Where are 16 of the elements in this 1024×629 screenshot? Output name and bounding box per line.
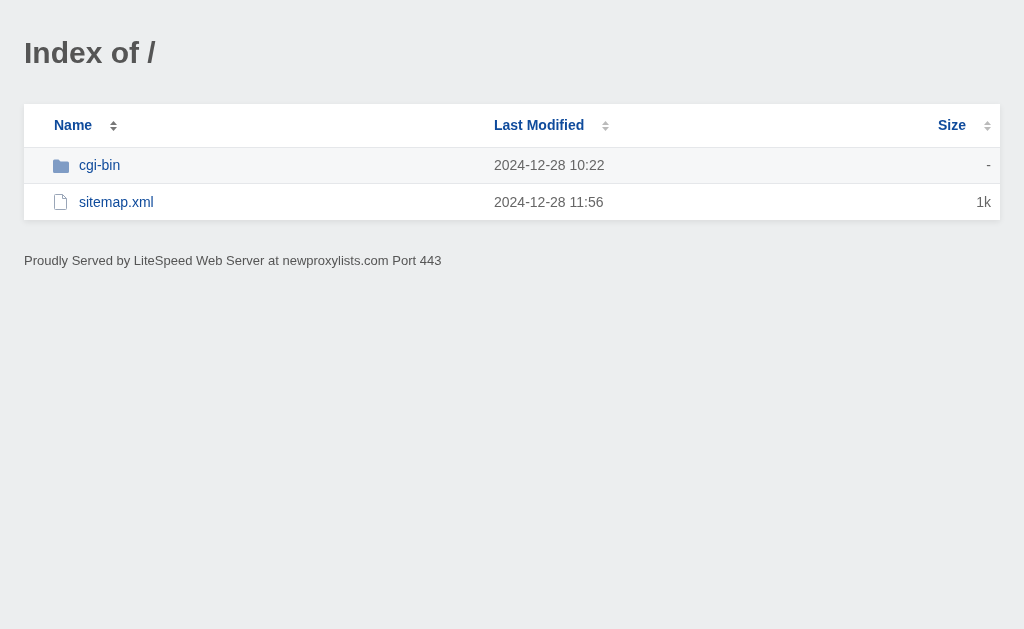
sort-icon	[110, 120, 118, 131]
modified-date: 2024-12-28 10:22	[494, 157, 605, 173]
file-size: -	[986, 156, 991, 175]
folder-icon	[53, 158, 69, 173]
page-title: Index of /	[24, 35, 156, 71]
column-header-link[interactable]: Last Modified	[494, 115, 585, 136]
footer-text: Proudly Served by LiteSpeed Web Server at newproxylists.com Port 443	[24, 252, 442, 270]
file-icon	[54, 194, 68, 210]
modified-date: 2024-12-28 11:56	[494, 193, 604, 210]
sort-icon	[602, 120, 610, 131]
sort-icon	[984, 120, 991, 131]
file-name-link[interactable]: cgi-bin	[79, 155, 121, 176]
column-header-link[interactable]: Name	[54, 115, 93, 136]
file-size: 1k	[976, 192, 991, 212]
column-header-link[interactable]: Size	[938, 115, 966, 136]
file-name-link[interactable]: sitemap.xml	[79, 191, 154, 213]
